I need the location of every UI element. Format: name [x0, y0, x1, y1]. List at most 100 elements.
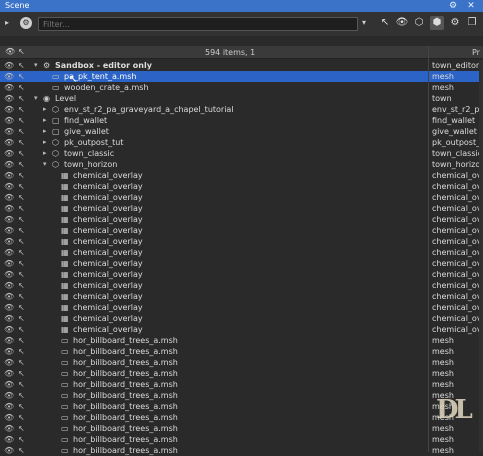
- selectable-arrow-icon[interactable]: ↖: [18, 71, 25, 82]
- selectable-arrow-icon[interactable]: ↖: [18, 379, 25, 390]
- tree-row[interactable]: 👁 ↖ ▦ chemical_overlay chemical_ov: [0, 170, 483, 181]
- column-divider[interactable]: [428, 46, 429, 452]
- selectable-arrow-icon[interactable]: ↖: [18, 357, 25, 368]
- visibility-eye-icon[interactable]: 👁: [4, 214, 14, 225]
- visibility-eye-icon[interactable]: 👁: [4, 115, 14, 126]
- gear-filter-icon[interactable]: ⚙: [448, 16, 462, 30]
- selectable-arrow-icon[interactable]: ↖: [18, 93, 25, 104]
- tree-row[interactable]: 👁 ↖ ▭ hor_billboard_trees_a.msh mesh: [0, 401, 483, 412]
- tree-row[interactable]: 👁 ↖ ▸ ⬡ pk_outpost_tut pk_outpost_t: [0, 137, 483, 148]
- tree-row[interactable]: 👁 ↖ ▦ chemical_overlay chemical_ov: [0, 302, 483, 313]
- scrollbar[interactable]: [479, 60, 483, 452]
- collapse-icon[interactable]: ▾: [43, 159, 47, 170]
- tree-row[interactable]: 👁 ↖ ▸ ▢ find_wallet find_wallet: [0, 115, 483, 126]
- cube-icon[interactable]: ⬡: [412, 16, 426, 30]
- tree-row[interactable]: 👁 ↖ ▭ hor_billboard_trees_a.msh mesh: [0, 434, 483, 445]
- tree-row[interactable]: 👁 ↖ ▦ chemical_overlay chemical_ov: [0, 291, 483, 302]
- selectable-arrow-icon[interactable]: ↖: [18, 137, 25, 148]
- selectable-arrow-icon[interactable]: ↖: [18, 126, 25, 137]
- scene-icon[interactable]: ⚙: [20, 17, 32, 29]
- filter-dropdown-icon[interactable]: ▾: [362, 18, 366, 27]
- visibility-eye-icon[interactable]: 👁: [4, 324, 14, 335]
- tree-row[interactable]: 👁 ↖ ▸ ⬡ town_classic town_classic: [0, 148, 483, 159]
- visibility-eye-icon[interactable]: 👁: [4, 445, 14, 456]
- column-header-pr[interactable]: Pr: [472, 48, 480, 57]
- filter-input[interactable]: [38, 17, 358, 31]
- collapse-icon[interactable]: ▾: [34, 93, 38, 104]
- tree-row[interactable]: 👁 ↖ ▭ hor_billboard_trees_a.msh mesh: [0, 346, 483, 357]
- expand-icon[interactable]: ▸: [43, 104, 47, 115]
- visibility-eye-icon[interactable]: 👁: [4, 60, 14, 71]
- visibility-eye-icon[interactable]: 👁: [4, 203, 14, 214]
- tree-row[interactable]: 👁 ↖ ▭ hor_billboard_trees_a.msh mesh: [0, 379, 483, 390]
- tree-row[interactable]: 👁 ↖ ▦ chemical_overlay chemical_ov: [0, 269, 483, 280]
- tree-row[interactable]: 👁 ↖ ▭ hor_billboard_trees_a.msh mesh: [0, 445, 483, 456]
- close-icon[interactable]: ✕: [466, 1, 476, 11]
- selectable-arrow-icon[interactable]: ↖: [18, 258, 25, 269]
- selectable-arrow-icon[interactable]: ↖: [18, 247, 25, 258]
- settings-icon[interactable]: ⚙: [448, 1, 458, 11]
- selectable-arrow-icon[interactable]: ↖: [18, 214, 25, 225]
- tree-row[interactable]: 👁 ↖ ▦ chemical_overlay chemical_ov: [0, 324, 483, 335]
- selectable-arrow-icon[interactable]: ↖: [18, 291, 25, 302]
- tree-row[interactable]: 👁 ↖ ▦ chemical_overlay chemical_ov: [0, 181, 483, 192]
- tree-row[interactable]: 👁 ↖ ▦ chemical_overlay chemical_ov: [0, 247, 483, 258]
- selectable-arrow-icon[interactable]: ↖: [18, 159, 25, 170]
- visibility-eye-icon[interactable]: 👁: [4, 346, 14, 357]
- header-select-icon[interactable]: ↖: [18, 47, 25, 56]
- selectable-arrow-icon[interactable]: ↖: [18, 302, 25, 313]
- visibility-eye-icon[interactable]: 👁: [4, 368, 14, 379]
- tree-row[interactable]: 👁 ↖ ▭ hor_billboard_trees_a.msh mesh: [0, 390, 483, 401]
- tree-row[interactable]: 👁 ↖ ▦ chemical_overlay chemical_ov: [0, 203, 483, 214]
- visibility-eye-icon[interactable]: 👁: [4, 137, 14, 148]
- tree-row[interactable]: 👁 ↖ ▦ chemical_overlay chemical_ov: [0, 236, 483, 247]
- selectable-arrow-icon[interactable]: ↖: [18, 203, 25, 214]
- selectable-arrow-icon[interactable]: ↖: [18, 368, 25, 379]
- select-arrow-icon[interactable]: ↖: [378, 16, 392, 30]
- visibility-eye-icon[interactable]: 👁: [4, 280, 14, 291]
- tree-row[interactable]: 👁 ↖ ▭ hor_billboard_trees_a.msh mesh: [0, 423, 483, 434]
- selectable-arrow-icon[interactable]: ↖: [18, 269, 25, 280]
- visibility-eye-icon[interactable]: 👁: [4, 379, 14, 390]
- tree-row[interactable]: 👁 ↖ ▾ ⬡ town_horizon town_horizon: [0, 159, 483, 170]
- visibility-eye-icon[interactable]: 👁: [4, 104, 14, 115]
- selectable-arrow-icon[interactable]: ↖: [18, 60, 25, 71]
- selectable-arrow-icon[interactable]: ↖: [18, 280, 25, 291]
- visibility-eye-icon[interactable]: 👁: [4, 225, 14, 236]
- selectable-arrow-icon[interactable]: ↖: [18, 423, 25, 434]
- visibility-eye-icon[interactable]: 👁: [4, 71, 14, 82]
- expand-icon[interactable]: ▸: [43, 137, 47, 148]
- selectable-arrow-icon[interactable]: ↖: [18, 115, 25, 126]
- copy-icon[interactable]: ❐: [465, 16, 479, 30]
- selectable-arrow-icon[interactable]: ↖: [18, 324, 25, 335]
- expand-icon[interactable]: ▸: [43, 148, 47, 159]
- selectable-arrow-icon[interactable]: ↖: [18, 225, 25, 236]
- selectable-arrow-icon[interactable]: ↖: [18, 346, 25, 357]
- tree-row[interactable]: 👁 ↖ ▦ chemical_overlay chemical_ov: [0, 192, 483, 203]
- selectable-arrow-icon[interactable]: ↖: [18, 401, 25, 412]
- header-eye-icon[interactable]: 👁: [5, 47, 15, 56]
- selectable-arrow-icon[interactable]: ↖: [18, 390, 25, 401]
- visibility-eye-icon[interactable]: 👁: [4, 357, 14, 368]
- visibility-eye-icon[interactable]: 👁: [4, 302, 14, 313]
- selectable-arrow-icon[interactable]: ↖: [18, 192, 25, 203]
- selectable-arrow-icon[interactable]: ↖: [18, 434, 25, 445]
- visibility-eye-icon[interactable]: 👁: [4, 93, 14, 104]
- visibility-eye-icon[interactable]: 👁: [4, 247, 14, 258]
- tree-row[interactable]: 👁 ↖ ▭ hor_billboard_trees_a.msh mesh: [0, 335, 483, 346]
- visibility-eye-icon[interactable]: 👁: [4, 269, 14, 280]
- tree-row[interactable]: 👁 ↖ ▾ ◉ Level town: [0, 93, 483, 104]
- visibility-eye-icon[interactable]: 👁: [4, 236, 14, 247]
- selectable-arrow-icon[interactable]: ↖: [18, 335, 25, 346]
- tree-row[interactable]: 👁 ↖ ▦ chemical_overlay chemical_ov: [0, 258, 483, 269]
- visibility-eye-icon[interactable]: 👁: [4, 291, 14, 302]
- selectable-arrow-icon[interactable]: ↖: [18, 181, 25, 192]
- visibility-eye-icon[interactable]: 👁: [4, 401, 14, 412]
- visibility-eye-icon[interactable]: 👁: [4, 412, 14, 423]
- tree-row[interactable]: 👁 ↖ ▸ ▢ give_wallet give_wallet: [0, 126, 483, 137]
- tree-row[interactable]: 👁 ↖ ▦ chemical_overlay chemical_ov: [0, 313, 483, 324]
- cube-filter-icon[interactable]: ⬢: [430, 16, 444, 30]
- tree-row[interactable]: 👁 ↖ ▦ chemical_overlay chemical_ov: [0, 225, 483, 236]
- tree-row[interactable]: 👁 ↖ ▦ chemical_overlay chemical_ov: [0, 214, 483, 225]
- selectable-arrow-icon[interactable]: ↖: [18, 148, 25, 159]
